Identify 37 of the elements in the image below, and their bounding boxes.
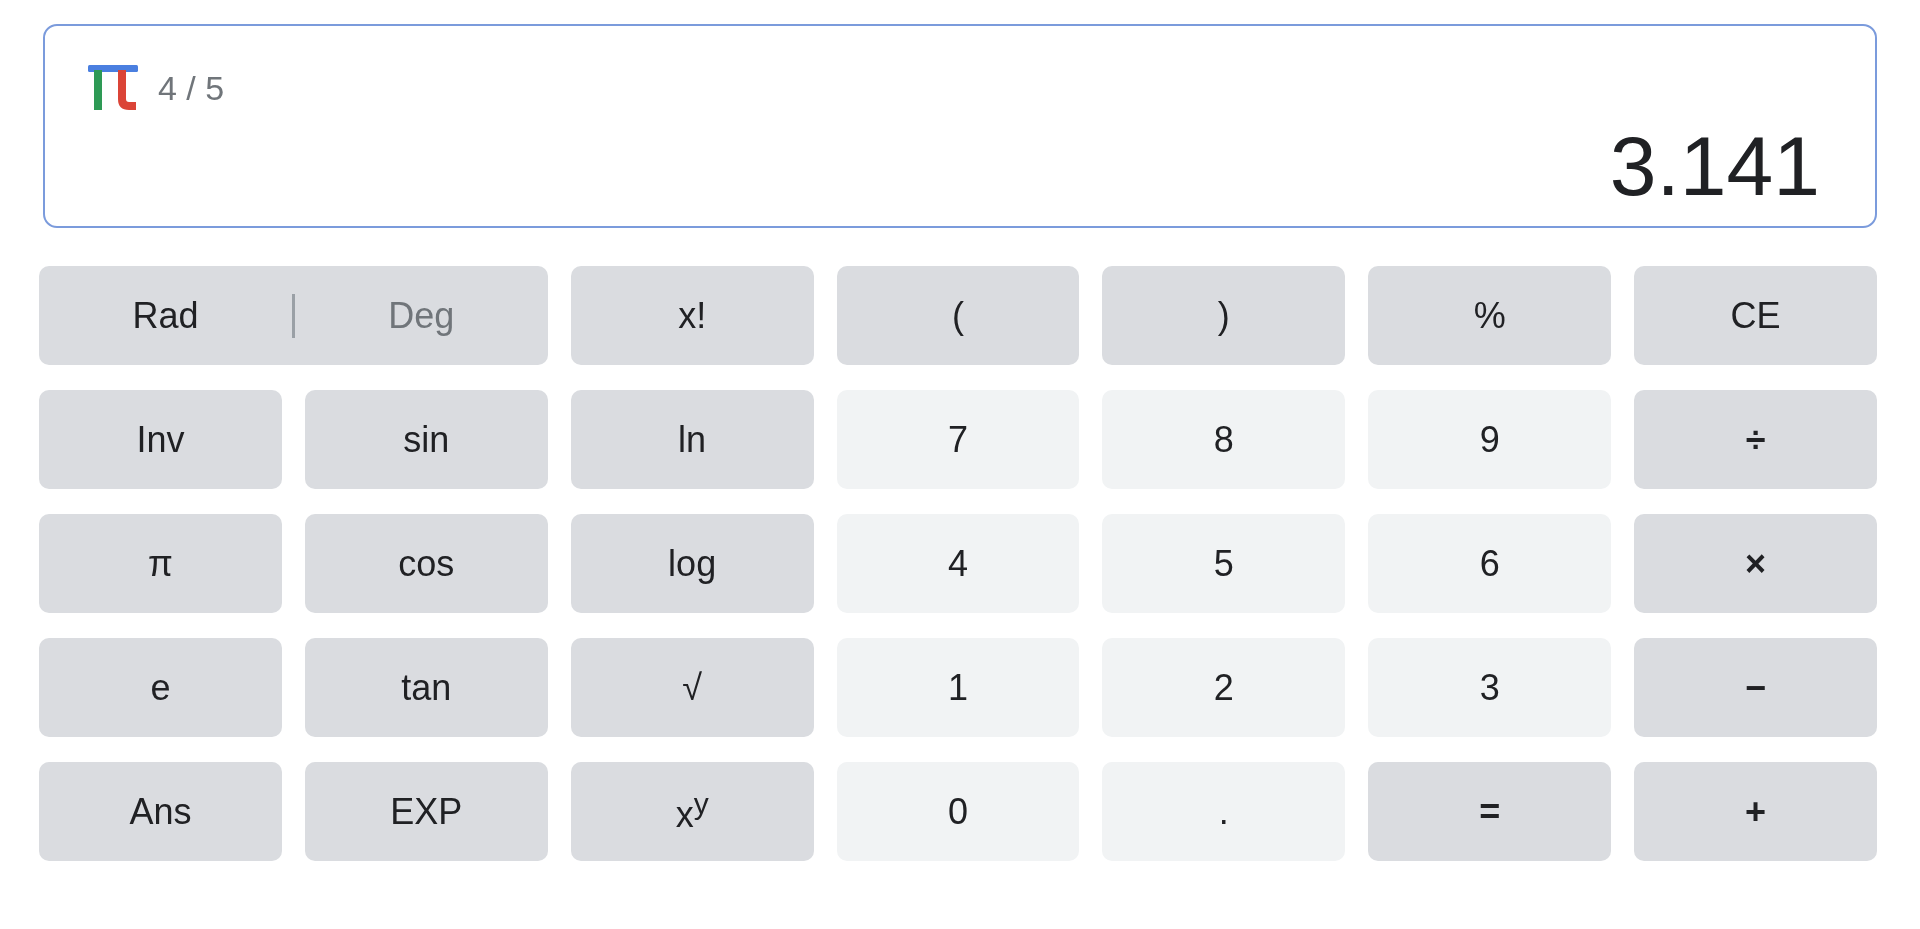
calculator-key[interactable]: %: [1368, 266, 1612, 365]
calculator-key[interactable]: ×: [1634, 514, 1877, 613]
calculator-key[interactable]: 8: [1102, 390, 1346, 489]
calculator-key[interactable]: tan: [304, 638, 548, 737]
calculator-key[interactable]: √: [570, 638, 814, 737]
pi-icon: [88, 65, 138, 110]
calculator-key[interactable]: 7: [836, 390, 1080, 489]
calculator-key[interactable]: ÷: [1634, 390, 1877, 489]
calculator-key[interactable]: =: [1368, 762, 1612, 861]
calculator-key[interactable]: CE: [1634, 266, 1877, 365]
calculator-key[interactable]: Inv: [39, 390, 282, 489]
display-value: 3.141: [1609, 124, 1820, 208]
calculator-key[interactable]: −: [1634, 638, 1877, 737]
calculator-key[interactable]: e: [39, 638, 282, 737]
calculator-key[interactable]: .: [1102, 762, 1346, 861]
angle-unit-option[interactable]: Rad: [39, 266, 292, 365]
calculator-key[interactable]: π: [39, 514, 282, 613]
calculator-key[interactable]: (: [836, 266, 1080, 365]
calculator-key[interactable]: 0: [836, 762, 1080, 861]
calculator-key[interactable]: 4: [836, 514, 1080, 613]
history-counter: 4 / 5: [158, 70, 225, 105]
calculator-key[interactable]: sin: [304, 390, 548, 489]
calculator-key[interactable]: x$^{y}$: [570, 762, 814, 861]
calculator-key[interactable]: EXP: [304, 762, 548, 861]
calculator-key[interactable]: 9: [1368, 390, 1612, 489]
calculator-key[interactable]: 2: [1102, 638, 1346, 737]
calculator-key[interactable]: cos: [304, 514, 548, 613]
calculator-key[interactable]: log: [570, 514, 814, 613]
calculator-key[interactable]: ): [1102, 266, 1346, 365]
calculator-key[interactable]: Ans: [39, 762, 282, 861]
calculator-key[interactable]: 1: [836, 638, 1080, 737]
calculator-key[interactable]: x!: [570, 266, 814, 365]
calculator-key[interactable]: +: [1634, 762, 1877, 861]
calculator-key[interactable]: 3: [1368, 638, 1612, 737]
calculator-key[interactable]: 5: [1102, 514, 1346, 613]
calculator-key[interactable]: 6: [1368, 514, 1612, 613]
calculator-key[interactable]: ln: [570, 390, 814, 489]
